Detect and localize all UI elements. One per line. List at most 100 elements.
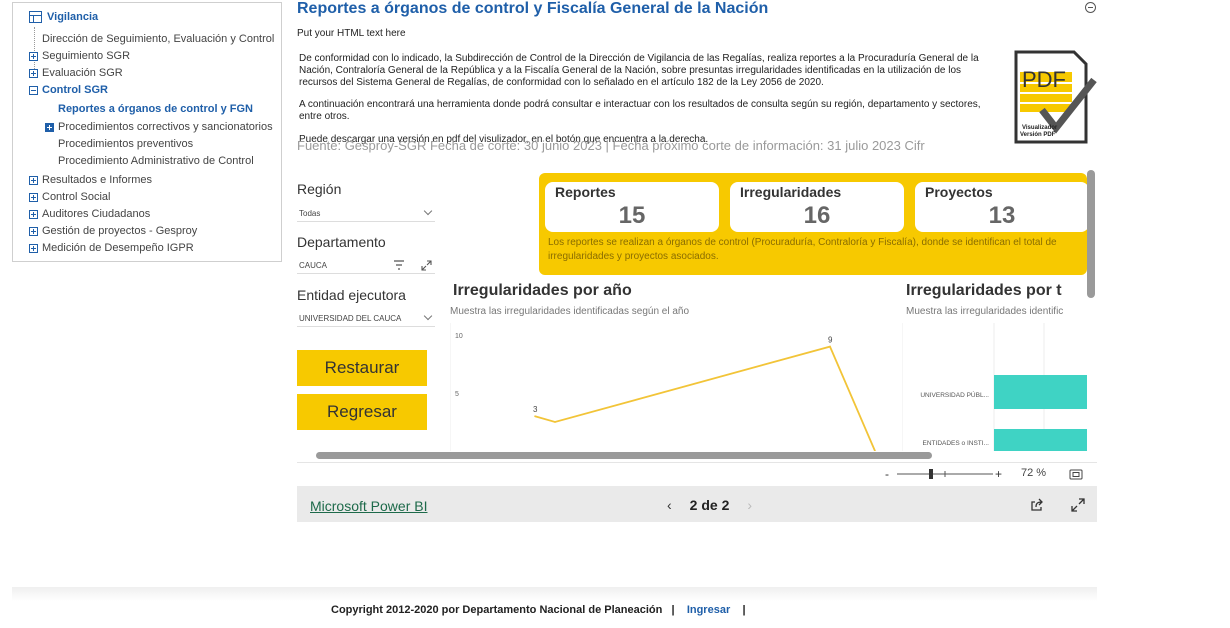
fit-page-icon[interactable] [1069,469,1083,480]
regresar-button[interactable]: Regresar [297,394,427,430]
expand-icon[interactable] [45,122,54,132]
zoom-level: 72 % [1021,467,1047,479]
entidad-dropdown[interactable]: UNIVERSIDAD DEL CAUCA [297,309,435,327]
departamento-dropdown[interactable]: CAUCA [297,256,435,274]
zoom-bar: - + 72 % [297,462,1097,486]
kpi-panel: Reportes 15 Irregularidades 16 Proyectos… [539,173,1089,275]
kpi-value: 13 [988,202,1016,229]
y-tick-label: 10 [455,333,463,340]
expand-icon[interactable] [29,51,38,61]
sidebar-header[interactable]: Vigilancia [29,11,98,23]
sidebar-item-procedimiento-administrativo[interactable]: Procedimiento Administrativo de Control [58,155,254,167]
intro-text: Put your HTML text here [297,28,406,39]
category-label: UNIVERSIDAD PÚBL... [920,390,989,399]
bar-chart[interactable]: UNIVERSIDAD PÚBL... ENTIDADES o INSTI... [902,323,1087,451]
sidebar-item-seguimiento[interactable]: Seguimiento SGR [29,50,130,62]
sidebar-item-label[interactable]: Gestión de proyectos - Gesproy [42,225,197,237]
kpi-card-irregularidades: Irregularidades 16 [730,182,904,232]
sidebar-item-label[interactable]: Procedimientos preventivos [58,138,193,150]
pdf-caption-1: Visualizador [1022,125,1058,131]
sidebar-item-gesproy[interactable]: Gestión de proyectos - Gesproy [29,225,197,237]
chart1-title: Irregularidades por año [453,282,632,299]
sidebar-item-control[interactable]: Control SGR [29,84,108,96]
kpi-value: 16 [803,202,831,229]
kpi-label: Reportes [555,184,616,200]
svg-text:-: - [885,467,889,481]
data-point[interactable] [554,421,556,423]
expand-icon[interactable] [29,175,38,185]
data-label: 3 [533,405,538,414]
footer-divider [12,587,1097,601]
sidebar-item-label[interactable]: Reportes a órganos de control y FGN [58,103,253,115]
page-indicator: 2 de 2 [689,497,730,513]
bar[interactable] [994,375,1087,409]
data-label: 9 [828,336,833,345]
sidebar-item-igpr[interactable]: Medición de Desempeño IGPR [29,242,194,254]
sidebar-item-label[interactable]: Resultados e Informes [42,174,152,186]
sidebar-item-label[interactable]: Seguimiento SGR [42,50,130,62]
powerbi-link[interactable]: Microsoft Power BI [310,498,427,514]
sidebar-item-auditores[interactable]: Auditores Ciudadanos [29,208,150,220]
kpi-label: Proyectos [925,184,993,200]
sidebar-item-label[interactable]: Dirección de Seguimiento, Evaluación y C… [42,33,274,45]
sidebar-item-label[interactable]: Procedimiento Administrativo de Control [58,155,254,167]
chevron-down-icon [423,206,433,216]
sidebar-item-reportes[interactable]: Reportes a órganos de control y FGN [58,103,253,115]
region-label: Región [297,181,342,197]
vertical-scrollbar[interactable] [1087,170,1095,298]
horizontal-scrollbar[interactable] [316,452,932,459]
collapse-icon[interactable] [1085,2,1096,13]
sidebar-item-label[interactable]: Evaluación SGR [42,67,123,79]
y-tick-label: 5 [455,391,459,398]
chevron-down-icon [423,311,433,321]
pdf-download-icon[interactable]: PDF Visualizador Versión PDF [1012,50,1098,144]
zoom-slider[interactable]: - + [885,467,1005,481]
share-icon[interactable] [1030,498,1044,512]
kpi-card-reportes: Reportes 15 [545,182,719,232]
fullscreen-icon[interactable] [1071,498,1085,512]
entidad-label: Entidad ejecutora [297,287,406,303]
login-link[interactable]: Ingresar [687,604,730,616]
sidebar-nav: Vigilancia Dirección de Seguimiento, Eva… [12,2,282,262]
kpi-value: 15 [618,202,646,229]
expand-icon[interactable] [29,226,38,236]
sidebar-item-label[interactable]: Auditores Ciudadanos [42,208,150,220]
data-point[interactable] [534,415,536,417]
chart2-subtitle: Muestra las irregularidades identific [906,306,1064,317]
expand-icon[interactable] [29,209,38,219]
sidebar-item-label[interactable]: Control SGR [42,84,108,96]
data-point[interactable] [829,345,831,348]
departamento-value: CAUCA [299,261,328,270]
pdf-caption-2: Versión PDF [1020,132,1056,138]
bar[interactable] [994,429,1087,451]
region-dropdown[interactable]: Todas [297,204,435,222]
svg-text:+: + [995,467,1002,481]
restaurar-button[interactable]: Restaurar [297,350,427,386]
sidebar-item-procedimientos-correctivos[interactable]: Procedimientos correctivos y sancionator… [45,121,273,133]
sidebar-item-resultados[interactable]: Resultados e Informes [29,174,152,186]
next-page-icon[interactable]: › [747,497,752,513]
chart1-subtitle: Muestra las irregularidades identificada… [450,306,690,317]
expand-icon[interactable] [29,68,38,78]
site-footer: Copyright 2012-2020 por Departamento Nac… [331,604,746,616]
sidebar-item-control-social[interactable]: Control Social [29,191,110,203]
expand-icon[interactable] [29,243,38,253]
page-title: Reportes a órganos de control y Fiscalía… [297,0,769,17]
sidebar-item-label[interactable]: Control Social [42,191,110,203]
collapse-icon[interactable] [29,85,38,95]
sidebar-item-evaluacion[interactable]: Evaluación SGR [29,67,123,79]
report-source-text: Fuente: Gesproy-SGR Fecha de corte: 30 j… [297,140,925,153]
kpi-card-proyectos: Proyectos 13 [915,182,1089,232]
sidebar-item-procedimientos-preventivos[interactable]: Procedimientos preventivos [58,138,193,150]
pdf-label: PDF [1022,67,1066,92]
expand-icon[interactable] [421,260,432,271]
sidebar-item-label[interactable]: Medición de Desempeño IGPR [42,242,194,254]
filter-icon[interactable] [393,260,405,270]
sidebar-header-label: Vigilancia [47,11,99,23]
sidebar-item-label[interactable]: Procedimientos correctivos y sancionator… [58,121,273,133]
expand-icon[interactable] [29,192,38,202]
page-navigator: ‹ 2 de 2 › [667,497,752,513]
prev-page-icon[interactable]: ‹ [667,497,672,513]
sidebar-item-direccion[interactable]: Dirección de Seguimiento, Evaluación y C… [42,33,274,45]
line-chart[interactable]: 10 5 3 9 [450,323,900,451]
